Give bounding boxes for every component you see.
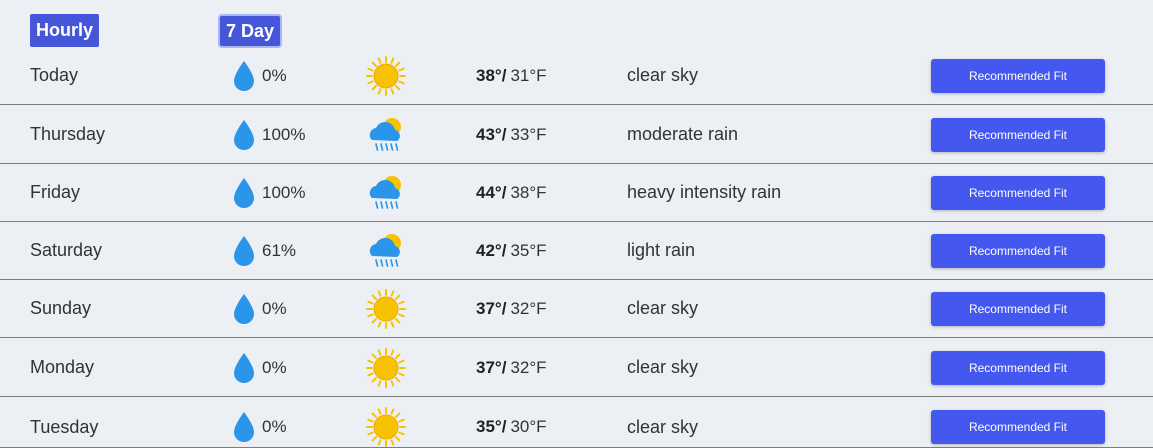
sun-icon — [366, 288, 406, 329]
low-temp: 30°F — [510, 417, 547, 436]
forecast-row-thursday: Thursday 100% 43°/ 33°F moderate rain Re… — [0, 106, 1153, 164]
forecast-page: Hourly 7 Day Today 0% 38°/ 31°F clear sk… — [0, 0, 1153, 448]
raindrop-icon — [234, 177, 254, 208]
low-temp: 33°F — [510, 124, 547, 144]
temperature-range: 35°/ 30°F — [476, 398, 547, 448]
weather-description: moderate rain — [627, 124, 739, 144]
precip-chance: 0% — [262, 417, 287, 436]
weather-description: clear sky — [627, 357, 699, 377]
high-temp: 43°/ — [476, 124, 507, 144]
sun-icon — [366, 55, 406, 96]
low-temp: 32°F — [510, 357, 547, 377]
rain-cloud-icon — [369, 117, 401, 151]
high-temp: 44°/ — [476, 182, 507, 202]
temperature-range: 38°/ 31°F — [476, 47, 547, 104]
day-label: Today — [30, 65, 79, 85]
forecast-row-monday: Monday 0% 37°/ 32°F clear sky Recommende… — [0, 339, 1153, 397]
low-temp: 31°F — [510, 65, 547, 85]
day-label: Thursday — [30, 124, 106, 144]
recommended-fit-button[interactable]: Recommended Fit — [931, 58, 1105, 93]
recommended-fit-button[interactable]: Recommended Fit — [931, 291, 1105, 326]
forecast-row-tuesday: Tuesday 0% 35°/ 30°F clear sky Recommend… — [0, 398, 1153, 448]
rain-cloud-icon — [369, 233, 401, 267]
high-temp: 35°/ — [476, 417, 507, 436]
weather-description: clear sky — [627, 298, 699, 318]
high-temp: 42°/ — [476, 240, 507, 260]
temperature-range: 44°/ 38°F — [476, 164, 547, 221]
recommended-fit-button[interactable]: Recommended Fit — [931, 175, 1105, 210]
raindrop-icon — [234, 60, 254, 91]
raindrop-icon — [234, 119, 254, 150]
forecast-row-today: Today 0% 38°/ 31°F clear sky Recommended… — [0, 47, 1153, 105]
weather-description: clear sky — [627, 65, 699, 85]
forecast-row-friday: Friday 100% 44°/ 38°F heavy intensity ra… — [0, 164, 1153, 222]
high-temp: 38°/ — [476, 65, 507, 85]
weather-description: clear sky — [627, 416, 699, 437]
recommended-fit-button[interactable]: Recommended Fit — [931, 233, 1105, 268]
low-temp: 32°F — [510, 298, 547, 318]
day-label: Friday — [30, 182, 81, 202]
precip-chance: 0% — [262, 65, 287, 85]
tab-7-day[interactable]: 7 Day — [218, 14, 283, 48]
day-label: Saturday — [30, 240, 103, 260]
precip-chance: 0% — [262, 298, 287, 318]
temperature-range: 37°/ 32°F — [476, 339, 547, 396]
tab-hourly[interactable]: Hourly — [30, 14, 100, 47]
recommended-fit-button[interactable]: Recommended Fit — [931, 350, 1105, 385]
raindrop-icon — [234, 352, 254, 383]
recommended-fit-button[interactable]: Recommended Fit — [931, 410, 1105, 444]
low-temp: 35°F — [510, 240, 547, 260]
low-temp: 38°F — [510, 182, 547, 202]
raindrop-icon — [234, 293, 254, 324]
weather-description: light rain — [627, 240, 696, 260]
raindrop-icon — [234, 412, 254, 442]
precip-chance: 100% — [262, 182, 306, 202]
temperature-range: 37°/ 32°F — [476, 280, 547, 337]
precip-chance: 100% — [262, 124, 306, 144]
day-label: Sunday — [30, 298, 92, 318]
sun-icon — [366, 407, 406, 447]
day-label: Tuesday — [30, 416, 99, 437]
temperature-range: 43°/ 33°F — [476, 106, 547, 163]
forecast-row-saturday: Saturday 61% 42°/ 35°F light rain Recomm… — [0, 222, 1153, 280]
precip-chance: 0% — [262, 357, 287, 377]
precip-chance: 61% — [262, 240, 297, 260]
recommended-fit-button[interactable]: Recommended Fit — [931, 117, 1105, 152]
weather-description: heavy intensity rain — [627, 182, 782, 202]
high-temp: 37°/ — [476, 298, 507, 318]
raindrop-icon — [234, 235, 254, 266]
high-temp: 37°/ — [476, 357, 507, 377]
forecast-row-sunday: Sunday 0% 37°/ 32°F clear sky Recommende… — [0, 280, 1153, 338]
temperature-range: 42°/ 35°F — [476, 222, 547, 279]
day-label: Monday — [30, 357, 95, 377]
rain-cloud-icon — [369, 175, 401, 209]
sun-icon — [366, 347, 406, 388]
forecast-tabs: Hourly 7 Day — [0, 14, 1153, 48]
